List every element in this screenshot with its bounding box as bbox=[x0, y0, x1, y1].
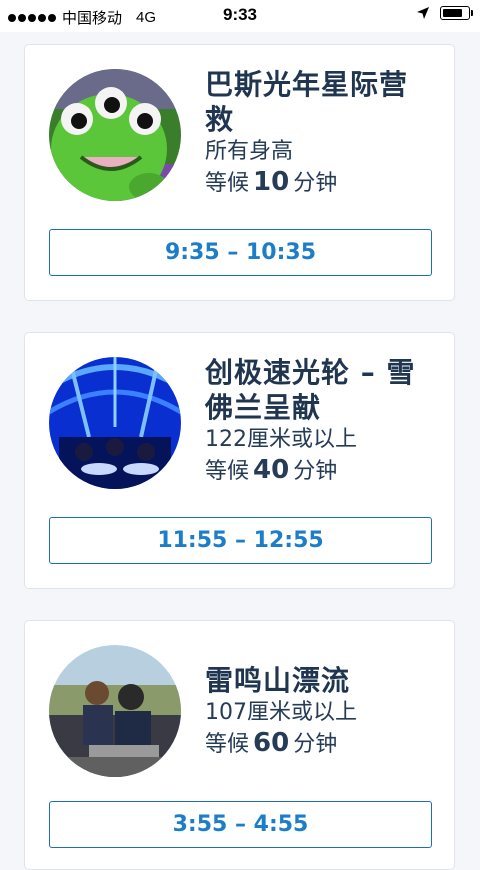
wait-time: 等候 10 分钟 bbox=[205, 167, 435, 199]
battery-level bbox=[443, 9, 462, 17]
return-time-button[interactable]: 3:55 – 4:55 bbox=[49, 801, 432, 848]
wait-unit: 分钟 bbox=[293, 459, 338, 484]
ride-thumbnail bbox=[49, 357, 181, 489]
wait-prefix: 等候 bbox=[205, 171, 250, 196]
battery-icon bbox=[440, 6, 473, 20]
raft-riders-image-icon bbox=[49, 645, 181, 777]
return-time-button[interactable]: 11:55 – 12:55 bbox=[49, 517, 432, 564]
height-requirement: 所有身高 bbox=[205, 139, 294, 164]
wait-value: 10 bbox=[253, 167, 290, 197]
location-arrow-icon bbox=[417, 7, 429, 19]
wait-prefix: 等候 bbox=[205, 459, 250, 484]
wait-prefix: 等候 bbox=[205, 732, 250, 757]
status-bar: 中国移动 4G 9:33 bbox=[0, 0, 480, 32]
return-time-button[interactable]: 9:35 – 10:35 bbox=[49, 229, 432, 276]
ride-thumbnail bbox=[49, 645, 181, 777]
ride-thumbnail bbox=[49, 69, 181, 201]
wait-value: 60 bbox=[253, 728, 290, 758]
ride-card[interactable]: 雷鸣山漂流 107厘米或以上 等候 60 分钟 3:55 – 4:55 bbox=[24, 620, 455, 870]
status-right bbox=[416, 6, 473, 20]
wait-time: 等候 60 分钟 bbox=[205, 728, 435, 760]
ride-name: 巴斯光年星际营救 bbox=[205, 68, 409, 136]
status-time: 9:33 bbox=[222, 5, 258, 24]
wait-time: 等候 40 分钟 bbox=[205, 455, 435, 487]
wait-unit: 分钟 bbox=[293, 732, 338, 757]
ride-info: 巴斯光年星际营救 所有身高 等候 10 分钟 bbox=[205, 67, 435, 199]
wait-unit: 分钟 bbox=[293, 171, 338, 196]
ride-card[interactable]: 创极速光轮 – 雪佛兰呈献 122厘米或以上 等候 40 分钟 11:55 – 12… bbox=[24, 332, 455, 589]
wait-value: 40 bbox=[253, 455, 290, 485]
green-alien-image-icon bbox=[49, 69, 181, 201]
ride-info: 雷鸣山漂流 107厘米或以上 等候 60 分钟 bbox=[205, 663, 435, 760]
ride-name: 创极速光轮 – 雪佛兰呈献 bbox=[205, 356, 416, 424]
ride-info: 创极速光轮 – 雪佛兰呈献 122厘米或以上 等候 40 分钟 bbox=[205, 355, 435, 487]
height-requirement: 107厘米或以上 bbox=[205, 700, 357, 725]
blue-light-tunnel-image-icon bbox=[49, 357, 181, 489]
ride-card[interactable]: 巴斯光年星际营救 所有身高 等候 10 分钟 9:35 – 10:35 bbox=[24, 44, 455, 301]
ride-name: 雷鸣山漂流 bbox=[205, 664, 351, 697]
height-requirement: 122厘米或以上 bbox=[205, 427, 357, 452]
